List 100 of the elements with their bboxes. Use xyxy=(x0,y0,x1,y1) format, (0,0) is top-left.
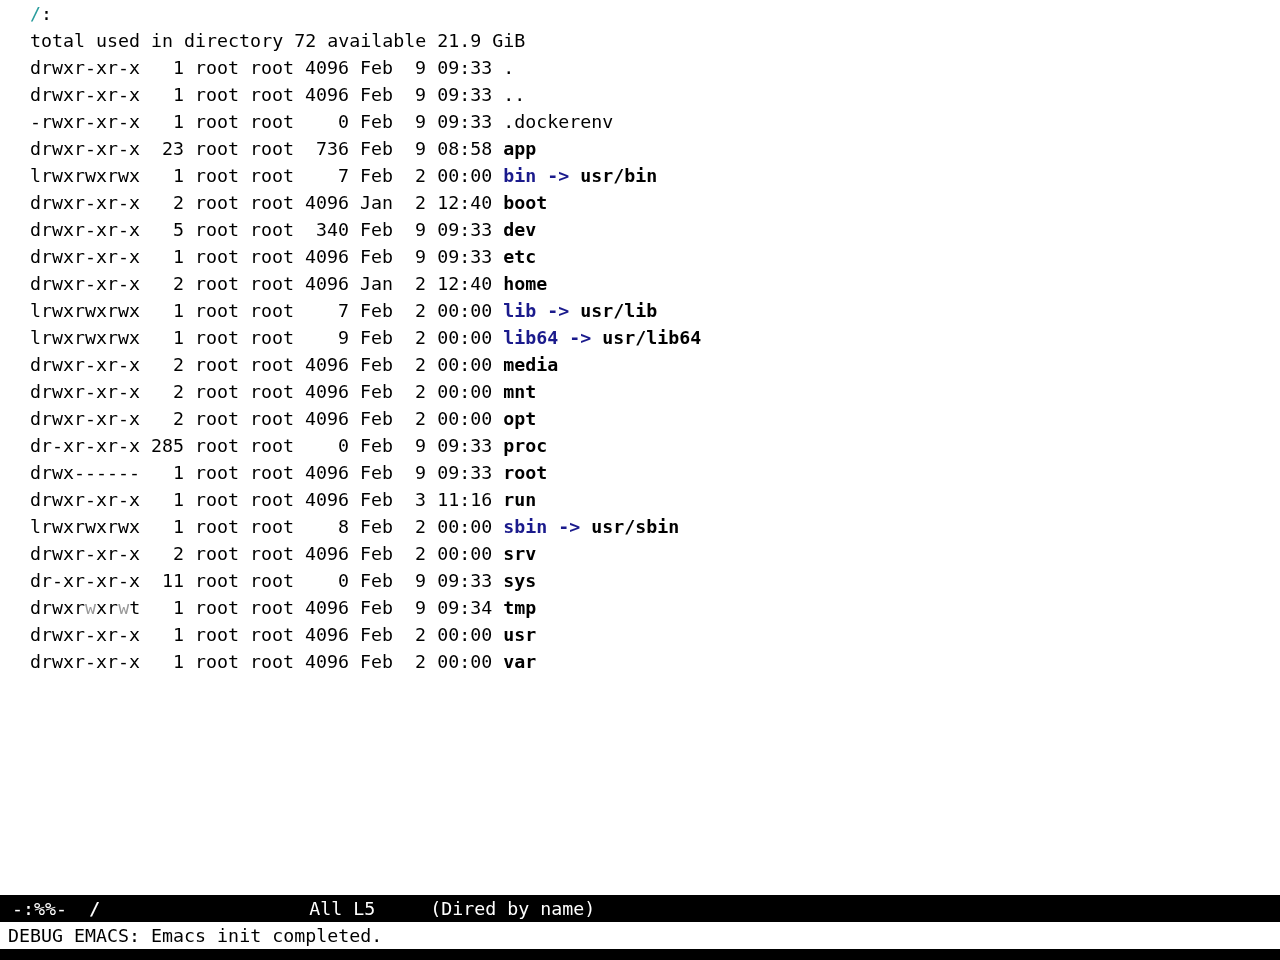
permissions-text: lrwxrwxrwx xyxy=(30,326,141,350)
directory-name[interactable]: boot xyxy=(503,189,548,216)
time-text: 12:40 xyxy=(437,191,493,215)
file-name[interactable]: .. xyxy=(503,81,526,108)
time-text: 09:33 xyxy=(437,245,493,269)
file-size: 4096 xyxy=(305,407,350,431)
owner-text: root xyxy=(195,569,240,593)
date-month: Feb xyxy=(360,596,394,620)
directory-name[interactable]: opt xyxy=(503,405,537,432)
date-day: 2 xyxy=(415,351,427,378)
group-text: root xyxy=(250,137,295,161)
directory-name[interactable]: var xyxy=(503,648,537,675)
file-name[interactable]: . xyxy=(503,54,515,81)
buffer-name: / xyxy=(89,897,101,921)
date-day: 2 xyxy=(415,270,427,297)
permissions-text: drwxr-xr-x xyxy=(30,488,141,512)
echo-message: DEBUG EMACS: Emacs init completed. xyxy=(8,924,383,948)
owner-text: root xyxy=(195,137,240,161)
permissions-text: drwxr-xr-x xyxy=(30,137,141,161)
permissions-text: dr-xr-xr-x xyxy=(30,434,141,458)
date-day: 2 xyxy=(415,162,427,189)
time-text: 00:00 xyxy=(437,326,493,350)
group-text: root xyxy=(250,569,295,593)
date-month: Feb xyxy=(360,83,394,107)
group-text: root xyxy=(250,191,295,215)
time-text: 09:33 xyxy=(437,569,493,593)
date-month: Feb xyxy=(360,326,394,350)
directory-heading: /: xyxy=(30,2,53,26)
link-count: 2 xyxy=(173,272,185,296)
directory-name[interactable]: tmp xyxy=(503,594,537,621)
directory-name[interactable]: mnt xyxy=(503,378,537,405)
date-day: 2 xyxy=(415,648,427,675)
owner-text: root xyxy=(195,353,240,377)
owner-text: root xyxy=(195,434,240,458)
owner-text: root xyxy=(195,110,240,134)
group-text: root xyxy=(250,623,295,647)
link-count: 1 xyxy=(173,650,185,674)
date-month: Feb xyxy=(360,110,394,134)
directory-name[interactable]: root xyxy=(503,459,548,486)
file-size: 4096 xyxy=(305,272,350,296)
directory-name[interactable]: proc xyxy=(503,432,548,459)
date-month: Feb xyxy=(360,299,394,323)
file-size: 4096 xyxy=(305,542,350,566)
date-day: 2 xyxy=(415,189,427,216)
owner-text: root xyxy=(195,299,240,323)
date-day: 2 xyxy=(415,621,427,648)
link-count: 1 xyxy=(173,461,185,485)
date-day: 9 xyxy=(415,135,427,162)
link-count: 2 xyxy=(173,191,185,215)
date-month: Feb xyxy=(360,56,394,80)
permissions-text: drwxrwxrwt xyxy=(30,596,141,620)
directory-name[interactable]: etc xyxy=(503,243,537,270)
usage-summary: total used in directory 72 available 21.9 GiB xyxy=(30,29,526,53)
file-size: 4096 xyxy=(305,191,350,215)
group-text: root xyxy=(250,272,295,296)
group-text: root xyxy=(250,542,295,566)
time-text: 00:00 xyxy=(437,542,493,566)
symlink-name[interactable]: lib64 xyxy=(503,324,559,351)
group-text: root xyxy=(250,650,295,674)
date-month: Feb xyxy=(360,623,394,647)
group-text: root xyxy=(250,515,295,539)
owner-text: root xyxy=(195,191,240,215)
owner-text: root xyxy=(195,326,240,350)
directory-name[interactable]: home xyxy=(503,270,548,297)
file-size: 4096 xyxy=(305,596,350,620)
permissions-text: lrwxrwxrwx xyxy=(30,299,141,323)
link-count: 1 xyxy=(173,164,185,188)
date-month: Feb xyxy=(360,569,394,593)
link-count: 1 xyxy=(173,56,185,80)
date-day: 2 xyxy=(415,540,427,567)
time-text: 09:33 xyxy=(437,461,493,485)
date-month: Feb xyxy=(360,245,394,269)
date-month: Feb xyxy=(360,434,394,458)
buffer-position: All L5 xyxy=(309,897,376,921)
group-text: root xyxy=(250,218,295,242)
buffer-status: -:%%- xyxy=(12,897,68,921)
symlink-name[interactable]: lib xyxy=(503,297,537,324)
owner-text: root xyxy=(195,164,240,188)
group-text: root xyxy=(250,299,295,323)
owner-text: root xyxy=(195,407,240,431)
date-month: Feb xyxy=(360,218,394,242)
directory-name[interactable]: run xyxy=(503,486,537,513)
symlink-name[interactable]: bin xyxy=(503,162,537,189)
directory-name[interactable]: usr xyxy=(503,621,537,648)
directory-name[interactable]: sys xyxy=(503,567,537,594)
time-text: 00:00 xyxy=(437,164,493,188)
file-size: 4096 xyxy=(305,623,350,647)
file-size: 4096 xyxy=(305,461,350,485)
directory-name[interactable]: srv xyxy=(503,540,537,567)
directory-name[interactable]: dev xyxy=(503,216,537,243)
file-name[interactable]: .dockerenv xyxy=(503,108,614,135)
group-text: root xyxy=(250,110,295,134)
owner-text: root xyxy=(195,542,240,566)
directory-name[interactable]: media xyxy=(503,351,559,378)
directory-name[interactable]: app xyxy=(503,135,537,162)
file-size: 4096 xyxy=(305,83,350,107)
link-count: 1 xyxy=(173,326,185,350)
file-size: 7 xyxy=(338,164,350,188)
symlink-name[interactable]: sbin xyxy=(503,513,548,540)
link-count: 2 xyxy=(173,380,185,404)
